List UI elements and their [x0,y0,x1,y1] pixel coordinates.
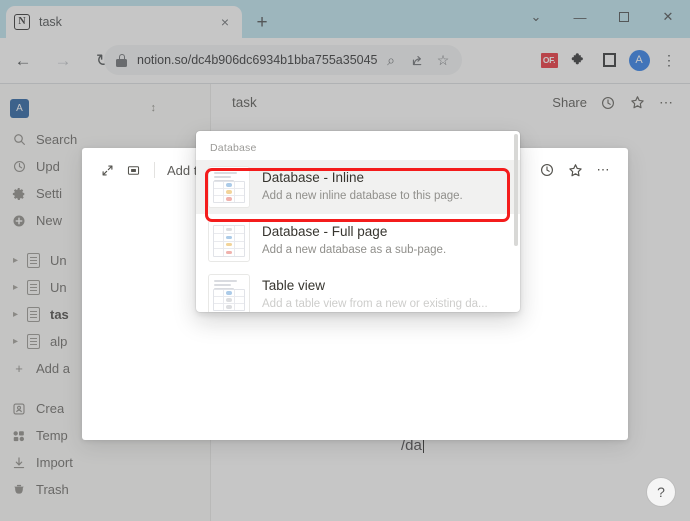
star-icon[interactable] [624,90,650,116]
database-fullpage-thumbnail-icon [208,220,250,262]
clock-icon[interactable] [534,157,560,183]
browser-tab[interactable]: N task × [6,6,242,38]
page-actions: Share ⋯ [552,90,679,116]
sidebar-item-import[interactable]: Import [0,449,211,476]
preview-icon[interactable] [120,157,146,183]
bookmark-star-icon[interactable]: ☆ [430,47,456,73]
slash-command-dropdown[interactable]: Database Database - Inline Add a new inl… [196,131,520,312]
side-panel-button[interactable] [594,45,624,75]
chevron-right-icon[interactable]: ▸ [10,309,21,320]
more-icon[interactable]: ⋯ [653,90,679,116]
browser-menu-icon[interactable]: ⋮ [654,45,684,75]
dropdown-item-title: Database - Inline [262,170,365,186]
page-icon [24,253,42,268]
sidebar-item-label: Temp [36,428,68,443]
tab-search-chevron-icon[interactable]: ⌄ [514,0,558,34]
sidebar-item-label: Setti [36,186,63,201]
templates-icon [10,429,28,443]
maximize-button[interactable] [602,0,646,34]
sidebar-item-label: Crea [36,401,65,416]
sidebar-item-label: Import [36,455,73,470]
back-button[interactable]: ← [6,44,40,78]
close-window-button[interactable]: ✕ [646,0,690,34]
screenshot-root: N task × + ⌄ — ✕ ← → ↻ notion.so/dc4b906… [0,0,690,521]
dropdown-item-table-view[interactable]: Table view Add a table view from a new o… [196,268,520,312]
gear-icon [10,187,28,201]
page-icon [24,334,42,349]
tab-close-icon[interactable]: × [216,13,234,31]
plus-circle-icon [10,214,28,228]
clock-icon[interactable] [595,90,621,116]
sidebar-page-label: tas [50,307,69,322]
clock-icon [10,160,28,173]
address-bar-url: notion.so/dc4b906dc6934b1bba755a35045ab.… [137,53,378,67]
plus-icon: + [15,361,23,376]
window-controls: ⌄ — ✕ [514,0,690,38]
teamspace-icon [10,402,28,416]
dropdown-scrollbar[interactable] [514,134,518,246]
sidebar-page-label: Un [50,253,67,268]
new-tab-button[interactable]: + [250,11,274,35]
dropdown-item-text: Table view Add a table view from a new o… [262,277,488,312]
sidebar-page-label: alp [50,334,68,349]
dropdown-item-desc: Add a table view from a new or existing … [262,298,488,311]
lock-icon [116,53,127,67]
help-button[interactable]: ? [646,477,676,507]
share-button[interactable]: Share [552,95,587,110]
import-icon [10,456,28,470]
dropdown-item-desc: Add a new inline database to this page. [262,190,463,203]
workspace-switcher[interactable]: A ↕ [0,90,211,126]
trash-icon [10,483,28,497]
more-icon[interactable]: ⋯ [590,157,616,183]
chevron-right-icon[interactable]: ▸ [10,255,21,266]
star-icon[interactable] [562,157,588,183]
sidebar-add-label: Add a [36,361,70,376]
dropdown-item-desc: Add a new database as a sub-page. [262,244,447,257]
sidebar-page-label: Un [50,280,67,295]
chevron-right-icon[interactable]: ▸ [10,336,21,347]
minimize-button[interactable]: — [558,0,602,34]
workspace-avatar: A [10,98,29,118]
dropdown-item-text: Database - Full page Add a new database … [262,223,446,259]
sidebar-item-label: Search [36,132,78,147]
page-title: task [232,95,257,110]
database-inline-thumbnail-icon [208,166,250,208]
sidebar-item-label: Trash [36,482,69,497]
search-icon[interactable]: ⌕ [378,47,404,73]
share-icon[interactable] [404,47,430,73]
sidebar-item-trash[interactable]: Trash [0,476,211,503]
dropdown-section-label: Database [210,142,257,154]
avatar[interactable]: A [624,45,654,75]
of-extension-icon[interactable]: OF. [534,45,564,75]
notion-favicon-icon: N [14,14,30,30]
page-icon [24,307,42,322]
tab-title: task [39,15,62,29]
dropdown-item-title: Database - Full page [262,224,388,240]
puzzle-extension-icon[interactable] [564,45,594,75]
dropdown-item-text: Database - Inline Add a new inline datab… [262,169,463,205]
dropdown-item-database-full-page[interactable]: Database - Full page Add a new database … [196,214,520,268]
page-header: task Share ⋯ [211,84,690,121]
toolbar-divider [154,162,155,178]
chevron-updown-icon[interactable]: ↕ [151,102,157,114]
page-icon [24,280,42,295]
table-view-thumbnail-icon [208,274,250,312]
chevron-right-icon[interactable]: ▸ [10,282,21,293]
sidebar-item-label: New [36,213,63,228]
dropdown-item-database-inline[interactable]: Database - Inline Add a new inline datab… [196,160,520,214]
forward-button[interactable]: → [46,44,80,78]
address-bar[interactable]: notion.so/dc4b906dc6934b1bba755a35045ab.… [104,45,462,75]
avatar-initial: A [628,49,650,71]
floating-card-actions: ⋯ [534,157,616,183]
extensions-row: OF. A ⋮ [534,45,684,75]
dropdown-item-title: Table view [262,278,326,294]
search-icon [10,133,28,146]
browser-tabstrip: N task × + ⌄ — ✕ [0,0,690,38]
sidebar-item-label: Upd [36,159,60,174]
expand-icon[interactable] [94,157,120,183]
